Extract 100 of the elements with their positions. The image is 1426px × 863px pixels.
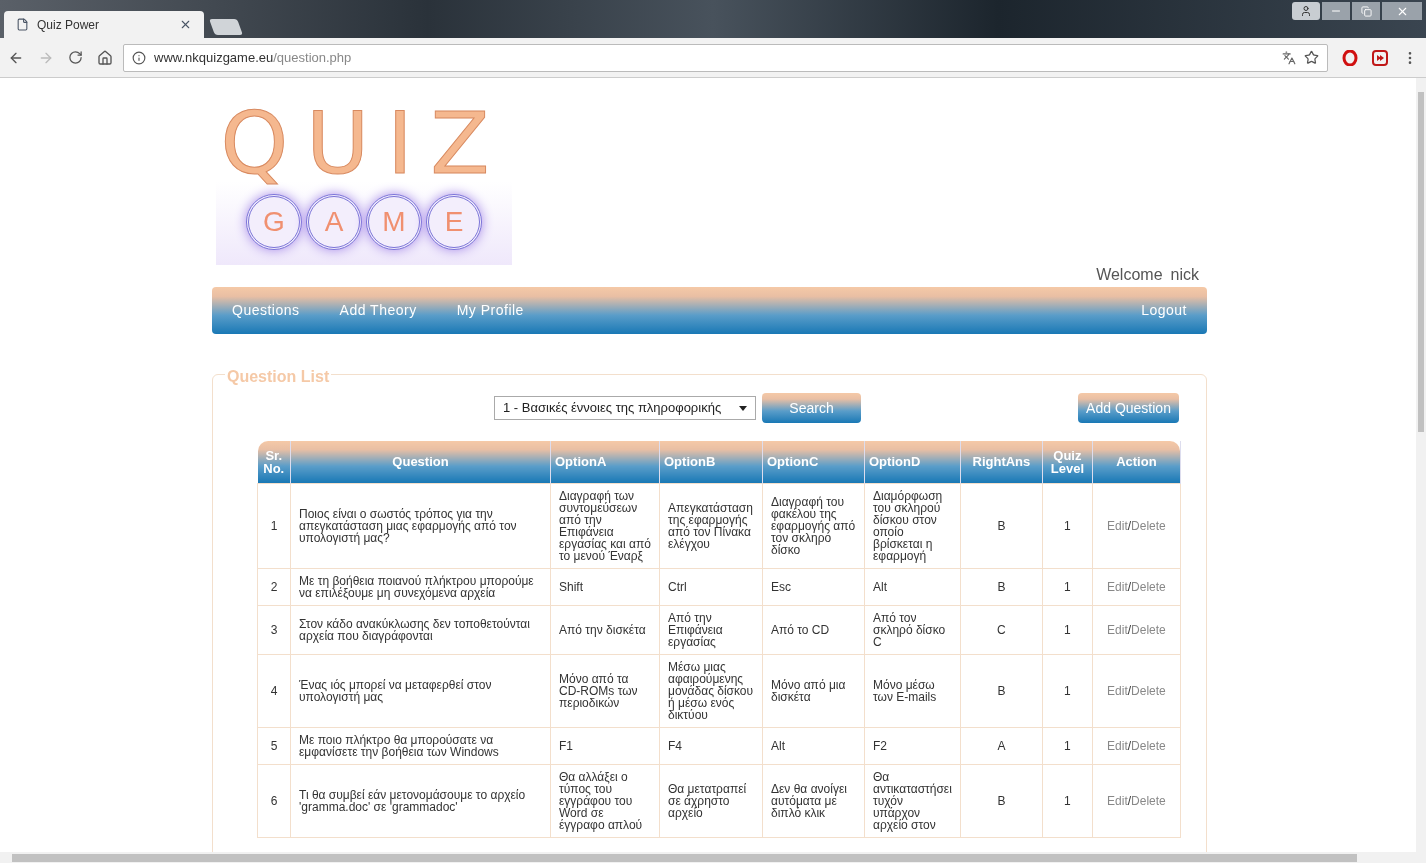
- table-cell: 1: [1042, 483, 1093, 568]
- table-cell: 2: [257, 568, 291, 605]
- logo-letter: E: [426, 194, 482, 250]
- star-icon[interactable]: [1304, 50, 1319, 65]
- table-cell: Με τη βοήθεια ποιανού πλήκτρου μπορούμε να επιλέξουμε μη συνεχόμενα αρχεία: [290, 568, 551, 605]
- dropdown-arrow-icon: [739, 405, 747, 411]
- edit-link[interactable]: Edit: [1107, 683, 1128, 698]
- new-tab-button[interactable]: [209, 19, 243, 35]
- category-select[interactable]: 1 - Βασικές έννοιες της πληροφορικής: [494, 396, 756, 420]
- delete-link[interactable]: Delete: [1131, 579, 1166, 594]
- table-cell: Ποιος είναι ο σωστός τρόπος για την απεγκατάσταση μιας εφαρμογής από τον υπολογιστή μας?: [290, 483, 551, 568]
- home-icon[interactable]: [97, 49, 113, 66]
- column-header: OptionB: [659, 441, 763, 483]
- translate-icon[interactable]: [1282, 50, 1296, 65]
- table-cell: Διαγραφή των συντομεύσεων από την Επιφάνεια εργασίας και από το μενού Έναρξ: [550, 483, 660, 568]
- play-extension-icon[interactable]: [1372, 49, 1388, 66]
- link-separator: /: [1127, 793, 1132, 808]
- link-separator: /: [1127, 683, 1132, 698]
- link-separator: /: [1127, 622, 1132, 637]
- table-cell: F2: [864, 727, 961, 764]
- table-cell: 1: [1042, 764, 1093, 837]
- table-cell: Μέσω μιας αφαιρούμενης μονάδας δίσκου ή μέσω ενός δικτύου: [659, 654, 763, 727]
- delete-link[interactable]: Delete: [1131, 793, 1166, 808]
- browser-tab[interactable]: Quiz Power: [4, 11, 204, 38]
- nav-link[interactable]: Questions: [232, 300, 300, 321]
- logo-letter: G: [246, 194, 302, 250]
- delete-link[interactable]: Delete: [1131, 683, 1166, 698]
- table-cell: A: [960, 727, 1043, 764]
- table-cell: Θα αλλάξει ο τύπος του εγγράφου του Word σε έγγραφο απλού: [550, 764, 660, 837]
- edit-link[interactable]: Edit: [1107, 793, 1128, 808]
- page-icon: [16, 18, 29, 31]
- username: nick: [1170, 265, 1199, 285]
- table-cell: 4: [257, 654, 291, 727]
- table-cell: F1: [550, 727, 660, 764]
- edit-link[interactable]: Edit: [1107, 518, 1128, 533]
- table-cell: Shift: [550, 568, 660, 605]
- table-cell: B: [960, 764, 1043, 837]
- edit-link[interactable]: Edit: [1107, 738, 1128, 753]
- delete-link[interactable]: Delete: [1131, 622, 1166, 637]
- table-cell: B: [960, 483, 1043, 568]
- table-cell: 1: [1042, 654, 1093, 727]
- table-cell: Alt: [864, 568, 961, 605]
- table-cell: Ctrl: [659, 568, 763, 605]
- vertical-scrollbar[interactable]: [1416, 78, 1426, 852]
- column-header: OptionD: [864, 441, 961, 483]
- column-header: RightAns: [960, 441, 1043, 483]
- reload-icon[interactable]: [68, 50, 83, 65]
- close-tab-icon[interactable]: [179, 18, 192, 31]
- table-cell: 1: [257, 483, 291, 568]
- logout-link[interactable]: Logout: [1141, 300, 1187, 321]
- circle-extension-icon[interactable]: [1342, 49, 1358, 66]
- link-separator: /: [1127, 738, 1132, 753]
- table-cell: Από τον σκληρό δίσκο C: [864, 605, 961, 654]
- table-cell: Τι θα συμβεί εάν μετονομάσουμε το αρχείο 'gramma.doc' σε 'grammadoc': [290, 764, 551, 837]
- table-cell: C: [960, 605, 1043, 654]
- table-cell: Από το CD: [762, 605, 865, 654]
- delete-link[interactable]: Delete: [1131, 518, 1166, 533]
- link-separator: /: [1127, 518, 1132, 533]
- column-header: Question: [290, 441, 551, 483]
- table-cell: 3: [257, 605, 291, 654]
- link-separator: /: [1127, 579, 1132, 594]
- nav-link[interactable]: My Profile: [456, 300, 524, 321]
- nav-link[interactable]: Add Theory: [339, 300, 417, 321]
- table-cell: Θα αντικαταστήσει τυχόν υπάρχον αρχείο στον: [864, 764, 961, 837]
- user-icon: [1300, 5, 1312, 17]
- table-cell: 1: [1042, 568, 1093, 605]
- table-cell: Alt: [762, 727, 865, 764]
- add-question-button[interactable]: Add Question: [1078, 393, 1179, 423]
- search-button[interactable]: Search: [762, 393, 861, 423]
- logo-letter: M: [366, 194, 422, 250]
- address-bar[interactable]: www.nkquizgame.eu/question.php: [123, 43, 1328, 72]
- table-cell: Διαγραφή του φακέλου της εφαρμογής από τον σκληρό δίσκο: [762, 483, 865, 568]
- table-cell: 6: [257, 764, 291, 837]
- column-header: Quiz Level: [1042, 441, 1093, 483]
- table-cell: Με ποιο πλήκτρο θα μπορούσατε να εμφανίσετε την βοήθεια των Windows: [290, 727, 551, 764]
- table-cell: 1: [1042, 727, 1093, 764]
- logo-letter: A: [306, 194, 362, 250]
- table-cell: 5: [257, 727, 291, 764]
- table-cell: F4: [659, 727, 763, 764]
- table-cell: 1: [1042, 605, 1093, 654]
- edit-link[interactable]: Edit: [1107, 579, 1128, 594]
- restore-icon: [1360, 5, 1372, 17]
- info-icon: [132, 50, 146, 65]
- table-cell: B: [960, 568, 1043, 605]
- welcome-label: Welcome: [1096, 265, 1163, 285]
- url-text: www.nkquizgame.eu/question.php: [154, 48, 353, 67]
- edit-link[interactable]: Edit: [1107, 622, 1128, 637]
- logo-title: QUIZ: [220, 98, 508, 188]
- table-cell: Στον κάδο ανακύκλωσης δεν τοποθετούνται αρχεία που διαγράφονται: [290, 605, 551, 654]
- column-header: Action: [1092, 441, 1181, 483]
- table-cell: Απεγκατάσταση της εφαρμογής από τον Πίνακα ελέγχου: [659, 483, 763, 568]
- table-cell: B: [960, 654, 1043, 727]
- profile-button[interactable]: [1292, 2, 1320, 20]
- table-cell: Ένας ιός μπορεί να μεταφερθεί στον υπολογιστή μας: [290, 654, 551, 727]
- horizontal-scrollbar[interactable]: [0, 852, 1426, 863]
- table-cell: Δεν θα ανοίγει αυτόματα με διπλό κλικ: [762, 764, 865, 837]
- table-cell: Διαμόρφωση του σκληρού δίσκου στον οποίο βρίσκεται η εφαρμογή: [864, 483, 961, 568]
- column-header: OptionC: [762, 441, 865, 483]
- column-header: OptionA: [550, 441, 660, 483]
- delete-link[interactable]: Delete: [1131, 738, 1166, 753]
